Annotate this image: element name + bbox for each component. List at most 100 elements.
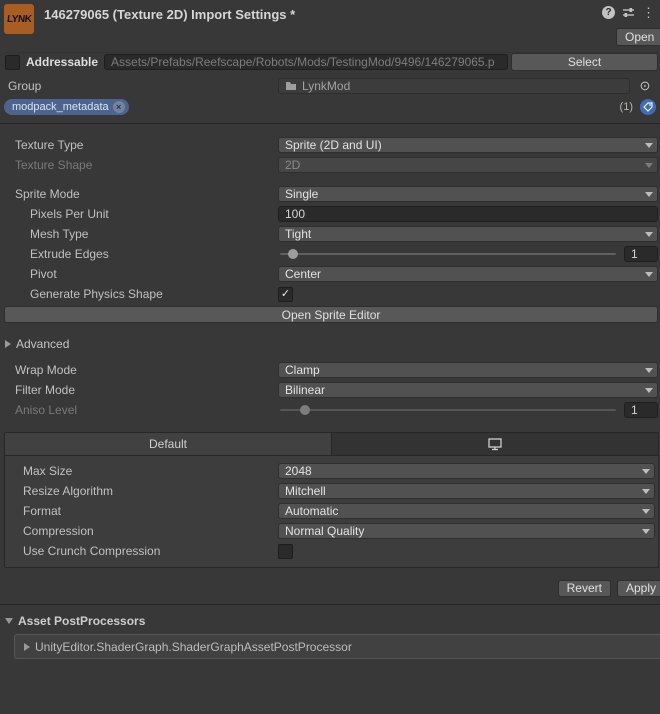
- wrap-mode-dropdown[interactable]: Clamp: [278, 362, 658, 378]
- revert-button[interactable]: Revert: [557, 580, 611, 597]
- folder-icon: [286, 81, 296, 90]
- max-size-label: Max Size: [23, 464, 73, 478]
- lynk-logo-text: LYNK: [6, 13, 32, 25]
- tab-standalone[interactable]: [332, 433, 658, 455]
- texture-shape-dropdown: 2D: [278, 157, 658, 173]
- compression-row: Compression Normal Quality: [5, 523, 655, 539]
- chevron-down-icon: [645, 192, 653, 197]
- tag-icon: [643, 102, 653, 112]
- mesh-type-value: Tight: [285, 227, 312, 241]
- asset-postprocessors-title: Asset PostProcessors: [18, 614, 146, 628]
- label-chip-text: modpack_metadata: [12, 101, 109, 113]
- group-label: Group: [8, 78, 42, 93]
- asset-postprocessors-foldout[interactable]: Asset PostProcessors: [5, 613, 660, 629]
- slider-thumb[interactable]: [288, 249, 298, 259]
- pixels-per-unit-row: Pixels Per Unit 100: [0, 206, 658, 222]
- use-crunch-compression-row: Use Crunch Compression: [5, 543, 655, 559]
- pivot-dropdown[interactable]: Center: [278, 266, 658, 282]
- chevron-down-icon: [645, 143, 653, 148]
- texture-shape-label: Texture Shape: [15, 158, 93, 172]
- inspector-panel: LYNK 146279065 (Texture 2D) Import Setti…: [0, 0, 660, 714]
- select-button[interactable]: Select: [511, 53, 658, 71]
- chevron-down-icon: [642, 469, 650, 474]
- label-chip[interactable]: modpack_metadata ×: [4, 99, 129, 115]
- pixels-per-unit-field[interactable]: 100: [278, 206, 658, 222]
- generate-physics-shape-row: Generate Physics Shape ✓: [0, 286, 658, 302]
- wrap-mode-value: Clamp: [285, 363, 320, 377]
- generate-physics-shape-checkbox[interactable]: ✓: [278, 286, 293, 302]
- chevron-down-icon: [642, 509, 650, 514]
- max-size-row: Max Size 2048: [5, 463, 655, 479]
- labels-row: modpack_metadata × (1): [4, 98, 656, 116]
- platform-tabbar: Default: [5, 433, 658, 456]
- slider-track: [280, 253, 616, 255]
- pivot-label: Pivot: [30, 267, 57, 281]
- chevron-down-icon: [645, 163, 653, 168]
- wrap-mode-row: Wrap Mode Clamp: [0, 362, 658, 378]
- label-count: (1): [619, 101, 633, 113]
- group-row: Group LynkMod ⊙: [0, 77, 660, 94]
- group-object-field[interactable]: LynkMod: [278, 77, 630, 94]
- chevron-down-icon: [642, 529, 650, 534]
- chevron-down-icon: [645, 232, 653, 237]
- addressable-path-field[interactable]: Assets/Prefabs/Reefscape/Robots/Mods/Tes…: [104, 54, 508, 70]
- presets-icon[interactable]: [622, 6, 635, 19]
- format-dropdown[interactable]: Automatic: [278, 503, 655, 519]
- extrude-edges-label: Extrude Edges: [30, 247, 109, 261]
- sprite-mode-row: Sprite Mode Single: [0, 186, 658, 202]
- extrude-edges-slider[interactable]: [278, 246, 618, 262]
- addressable-label: Addressable: [26, 55, 99, 69]
- postprocessor-item-label: UnityEditor.ShaderGraph.ShaderGraphAsset…: [35, 639, 352, 654]
- generate-physics-shape-label: Generate Physics Shape: [30, 287, 163, 301]
- filter-mode-value: Bilinear: [285, 383, 326, 397]
- wrap-mode-label: Wrap Mode: [15, 363, 77, 377]
- object-picker-icon[interactable]: ⊙: [630, 78, 660, 94]
- resize-algorithm-row: Resize Algorithm Mitchell: [5, 483, 655, 499]
- resize-algorithm-value: Mitchell: [285, 484, 326, 498]
- chip-remove-icon[interactable]: ×: [112, 101, 125, 113]
- advanced-label: Advanced: [16, 337, 70, 351]
- apply-button[interactable]: Apply: [616, 580, 660, 597]
- addressable-checkbox[interactable]: [5, 54, 20, 70]
- mesh-type-label: Mesh Type: [30, 227, 89, 241]
- aniso-level-slider: [278, 402, 618, 418]
- inspector-header: LYNK 146279065 (Texture 2D) Import Setti…: [0, 0, 660, 48]
- compression-label: Compression: [23, 524, 94, 538]
- compression-dropdown[interactable]: Normal Quality: [278, 523, 655, 539]
- pixels-per-unit-label: Pixels Per Unit: [30, 207, 109, 221]
- advanced-foldout[interactable]: Advanced: [5, 336, 660, 352]
- format-row: Format Automatic: [5, 503, 655, 519]
- open-sprite-editor-button[interactable]: Open Sprite Editor: [4, 306, 658, 323]
- foldout-expanded-icon: [5, 618, 13, 624]
- asset-thumbnail-icon: LYNK: [4, 4, 34, 34]
- resize-algorithm-dropdown[interactable]: Mitchell: [278, 483, 655, 499]
- kebab-menu-icon[interactable]: ⋮: [642, 6, 655, 19]
- checkmark-icon: ✓: [280, 287, 291, 300]
- postprocessor-item[interactable]: UnityEditor.ShaderGraph.ShaderGraphAsset…: [14, 634, 660, 659]
- sprite-mode-dropdown[interactable]: Single: [278, 186, 658, 202]
- apply-revert-bar: Revert Apply: [0, 580, 660, 597]
- mesh-type-row: Mesh Type Tight: [0, 226, 658, 242]
- max-size-dropdown[interactable]: 2048: [278, 463, 655, 479]
- filter-mode-label: Filter Mode: [15, 383, 76, 397]
- section-divider: [0, 604, 660, 605]
- resize-algorithm-label: Resize Algorithm: [23, 484, 114, 498]
- open-button[interactable]: Open: [616, 28, 660, 46]
- sprite-mode-label: Sprite Mode: [15, 187, 80, 201]
- help-icon[interactable]: ?: [602, 6, 615, 19]
- compression-value: Normal Quality: [285, 524, 365, 538]
- chevron-down-icon: [645, 388, 653, 393]
- texture-type-row: Texture Type Sprite (2D and UI): [0, 137, 658, 153]
- tag-button[interactable]: [640, 99, 656, 115]
- extrude-edges-value-field[interactable]: 1: [624, 246, 658, 262]
- texture-type-dropdown[interactable]: Sprite (2D and UI): [278, 137, 658, 153]
- mesh-type-dropdown[interactable]: Tight: [278, 226, 658, 242]
- filter-mode-dropdown[interactable]: Bilinear: [278, 382, 658, 398]
- texture-shape-row: Texture Shape 2D: [0, 157, 658, 173]
- tab-default[interactable]: Default: [5, 433, 332, 455]
- format-label: Format: [23, 504, 62, 518]
- chevron-down-icon: [642, 489, 650, 494]
- slider-track: [280, 409, 616, 411]
- use-crunch-compression-label: Use Crunch Compression: [23, 544, 161, 558]
- use-crunch-compression-checkbox[interactable]: [278, 543, 293, 559]
